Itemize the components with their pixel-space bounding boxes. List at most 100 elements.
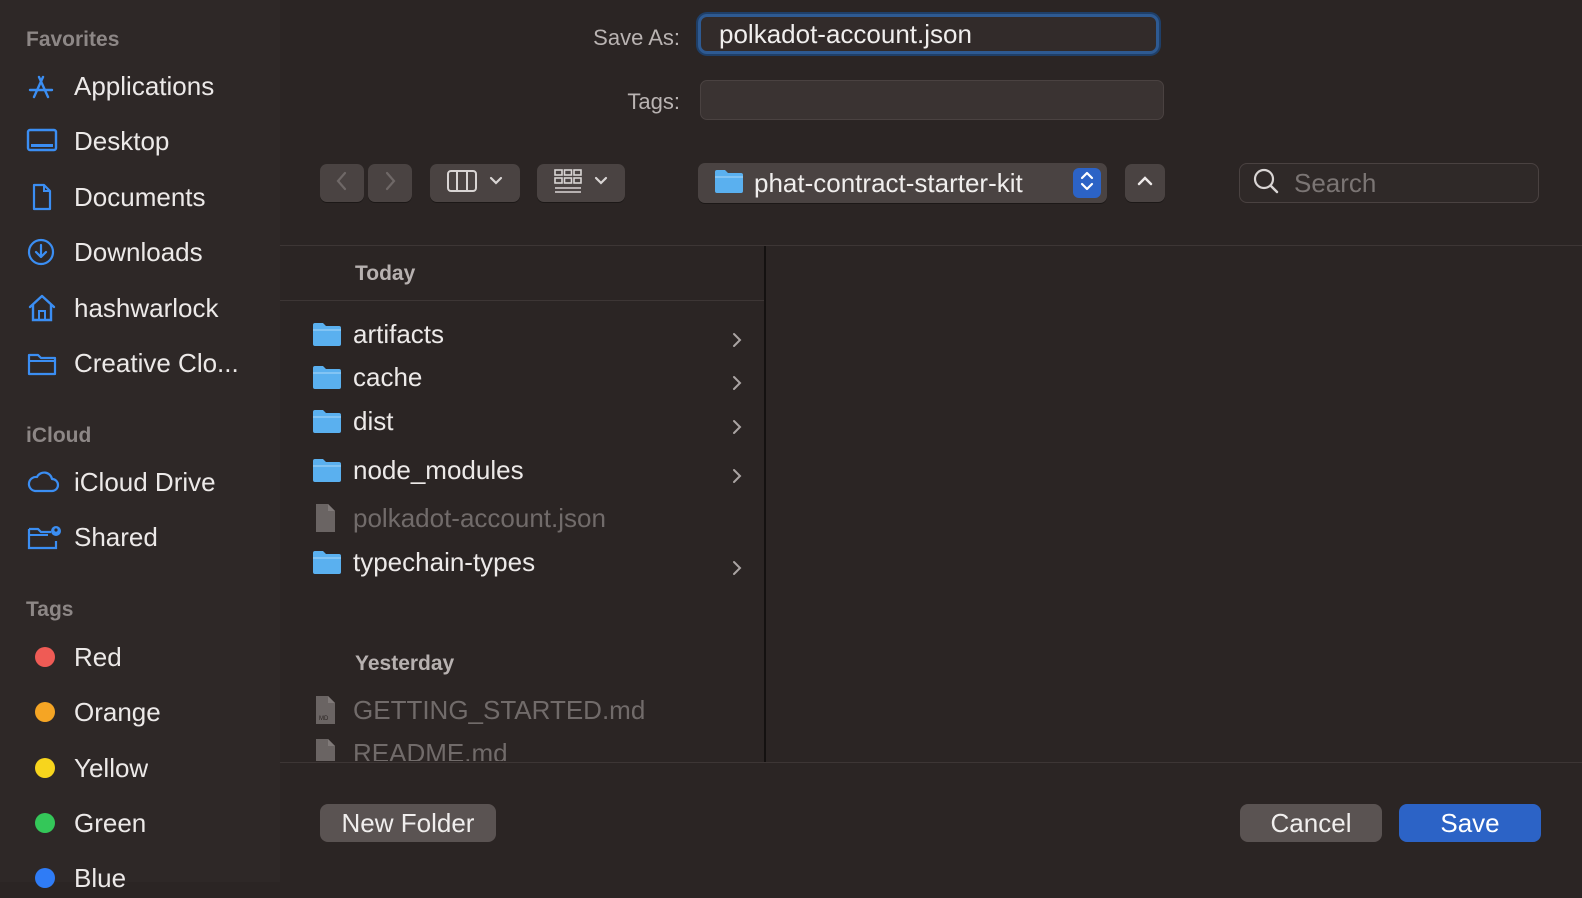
sidebar-item-downloads[interactable]: Downloads	[26, 232, 271, 272]
folder-icon	[312, 547, 344, 577]
markdown-file-icon: MD	[312, 695, 344, 725]
folder-icon	[312, 362, 344, 392]
tags-heading: Tags	[26, 598, 74, 621]
columns-view-icon	[446, 169, 478, 198]
chevron-down-icon	[593, 174, 609, 192]
sidebar-item-label: Downloads	[74, 236, 203, 267]
file-name: GETTING_STARTED.md	[353, 694, 646, 725]
sidebar-item-desktop[interactable]: Desktop	[26, 121, 271, 161]
sidebar-item-creative-cloud[interactable]: Creative Clo...	[26, 343, 271, 383]
search-icon	[1252, 167, 1280, 200]
markdown-file-icon	[312, 738, 344, 761]
document-icon	[26, 181, 66, 213]
sidebar-item-label: Desktop	[74, 125, 170, 156]
location-popup[interactable]: phat-contract-starter-kit	[698, 163, 1107, 203]
cancel-button[interactable]: Cancel	[1240, 804, 1382, 842]
sidebar-item-label: Applications	[74, 70, 215, 101]
sidebar-item-label: Orange	[74, 696, 161, 727]
file-row-node-modules[interactable]: node_modules	[312, 450, 752, 490]
group-header-yesterday: Yesterday	[355, 652, 455, 675]
tag-color-dot	[35, 758, 55, 778]
sidebar-item-documents[interactable]: Documents	[26, 177, 271, 217]
tags-label: Tags:	[627, 89, 680, 114]
file-row-readme: README.md	[312, 733, 752, 761]
save-as-label: Save As:	[593, 25, 680, 50]
column-divider[interactable]	[764, 246, 766, 762]
up-down-chevron-icon	[1079, 169, 1095, 198]
sidebar-item-shared[interactable]: Shared	[26, 517, 271, 557]
document-icon	[312, 503, 344, 533]
chevron-right-icon	[732, 552, 742, 583]
sidebar-item-label: Green	[74, 807, 147, 838]
chevron-right-icon	[382, 170, 398, 197]
sidebar-item-label: iCloud Drive	[74, 466, 216, 497]
chevron-up-icon	[1136, 174, 1154, 193]
back-button[interactable]	[320, 164, 364, 202]
file-row-clip: README.md	[280, 730, 764, 761]
sidebar-tag-red[interactable]: Red	[26, 637, 271, 677]
file-name: dist	[353, 405, 394, 436]
chevron-down-icon	[488, 174, 504, 192]
desktop-icon	[26, 125, 66, 157]
forward-button[interactable]	[368, 164, 412, 202]
save-as-input[interactable]: polkadot-account.json	[698, 14, 1159, 54]
cloud-icon	[26, 466, 66, 498]
sidebar-item-applications[interactable]: Applications	[26, 66, 271, 106]
favorites-heading: Favorites	[26, 28, 120, 51]
sidebar-item-label: Shared	[74, 521, 158, 552]
search-input[interactable]	[1292, 166, 1536, 200]
tag-color-dot	[35, 702, 55, 722]
applications-icon	[26, 70, 66, 102]
sidebar-item-label: hashwarlock	[74, 292, 219, 323]
sidebar-item-icloud-drive[interactable]: iCloud Drive	[26, 462, 271, 502]
file-row-getting-started: MD GETTING_STARTED.md	[312, 690, 752, 730]
file-name: node_modules	[353, 454, 524, 485]
collapse-button[interactable]	[1125, 164, 1165, 202]
tag-color-dot	[35, 868, 55, 888]
chevron-left-icon	[334, 170, 350, 197]
home-icon	[26, 292, 66, 324]
sidebar-item-label: Creative Clo...	[74, 347, 239, 378]
location-stepper[interactable]	[1073, 168, 1101, 198]
folder-icon	[312, 455, 344, 485]
sidebar: Favorites Applications Desktop Documents…	[0, 0, 280, 893]
sidebar-item-home[interactable]: hashwarlock	[26, 288, 271, 328]
file-row-typechain-types[interactable]: typechain-types	[312, 542, 752, 582]
sidebar-item-label: Yellow	[74, 752, 149, 783]
sidebar-tag-blue[interactable]: Blue	[26, 858, 271, 898]
file-name: polkadot-account.json	[353, 502, 606, 533]
file-row-artifacts[interactable]: artifacts	[312, 314, 752, 354]
file-name: cache	[353, 361, 423, 392]
sidebar-tag-green[interactable]: Green	[26, 803, 271, 843]
file-name: typechain-types	[353, 546, 536, 577]
chevron-right-icon	[732, 367, 742, 398]
sidebar-item-label: Red	[74, 641, 122, 672]
browser-bottom-divider	[280, 762, 1582, 763]
folder-icon	[714, 168, 744, 199]
file-row-polkadot-account: polkadot-account.json	[312, 498, 752, 538]
location-label: phat-contract-starter-kit	[754, 167, 1023, 198]
sidebar-item-label: Blue	[74, 862, 127, 893]
folder-icon	[312, 319, 344, 349]
save-button[interactable]: Save	[1399, 804, 1541, 842]
tags-input[interactable]	[700, 80, 1164, 120]
sidebar-item-label: Documents	[74, 181, 206, 212]
browser-top-divider	[280, 245, 1582, 246]
shared-folder-icon	[26, 521, 66, 553]
icloud-heading: iCloud	[26, 424, 92, 447]
chevron-right-icon	[732, 324, 742, 355]
group-by-button[interactable]	[537, 164, 625, 202]
new-folder-button[interactable]: New Folder	[320, 804, 496, 842]
view-mode-button[interactable]	[430, 164, 520, 202]
sidebar-tag-yellow[interactable]: Yellow	[26, 748, 271, 788]
chevron-right-icon	[732, 411, 742, 442]
group-header-divider	[280, 300, 764, 301]
folder-icon	[26, 347, 66, 379]
group-header-today: Today	[355, 262, 416, 285]
tag-color-dot	[35, 813, 55, 833]
sidebar-tag-orange[interactable]: Orange	[26, 692, 271, 732]
search-field[interactable]	[1239, 163, 1539, 203]
grid-icon	[553, 168, 583, 199]
file-row-cache[interactable]: cache	[312, 357, 752, 397]
file-row-dist[interactable]: dist	[312, 401, 752, 441]
